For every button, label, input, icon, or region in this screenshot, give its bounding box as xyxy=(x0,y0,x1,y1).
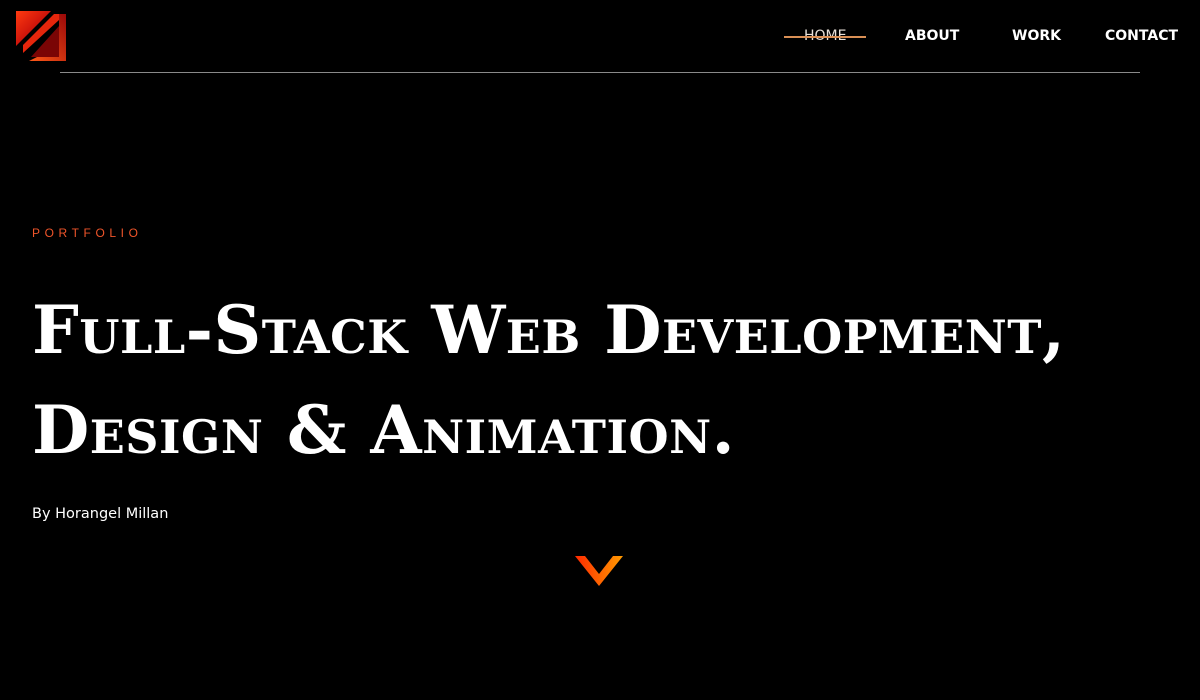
nav-contact-link[interactable]: CONTACT xyxy=(1105,26,1178,46)
header-divider xyxy=(60,72,1140,73)
nav-work-link[interactable]: WORK xyxy=(1012,26,1061,46)
hero-headline-line-2: Design & Animation. xyxy=(32,391,736,469)
hero-headline: Full-Stack Web Development, Design & Ani… xyxy=(32,280,1066,480)
nav-home-link[interactable]: HOME xyxy=(783,26,868,46)
chevron-down-icon[interactable] xyxy=(575,556,623,586)
logo-icon[interactable] xyxy=(15,10,67,62)
hero-headline-line-1: Full-Stack Web Development, xyxy=(32,291,1066,369)
nav-about-link[interactable]: ABOUT xyxy=(905,26,959,46)
main-nav: HOME ABOUT WORK CONTACT xyxy=(780,26,1180,48)
hero-byline: By Horangel Millan xyxy=(32,506,169,522)
hero-eyebrow: PORTFOLIO xyxy=(32,226,143,240)
